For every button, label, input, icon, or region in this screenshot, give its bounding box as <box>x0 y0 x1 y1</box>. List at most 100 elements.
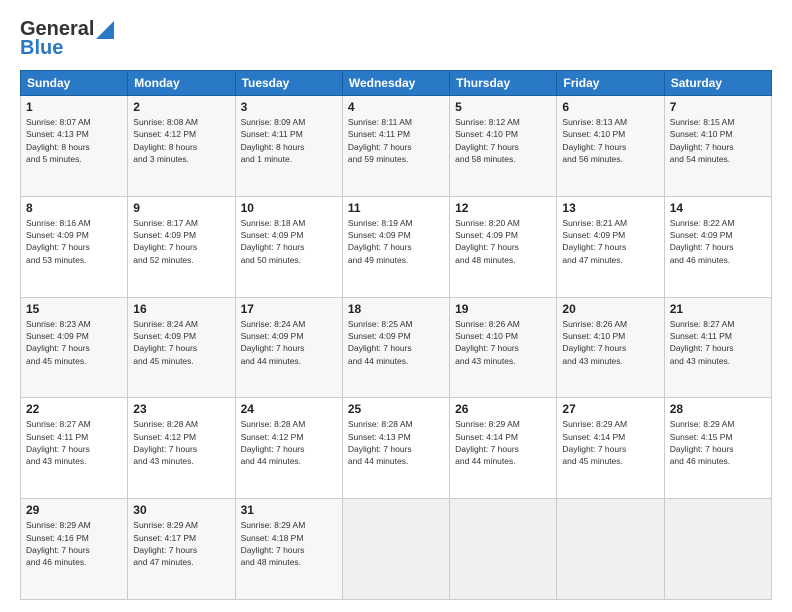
day-cell: 26 Sunrise: 8:29 AMSunset: 4:14 PMDayligh… <box>450 398 557 499</box>
day-cell: 13 Sunrise: 8:21 AMSunset: 4:09 PMDayligh… <box>557 196 664 297</box>
logo-blue: Blue <box>20 37 63 60</box>
day-cell: 29Sunrise: 8:29 AMSunset: 4:16 PMDayligh… <box>21 499 128 600</box>
day-cell: 4 Sunrise: 8:11 AMSunset: 4:11 PMDaylight… <box>342 96 449 197</box>
day-cell: 3 Sunrise: 8:09 AMSunset: 4:11 PMDaylight… <box>235 96 342 197</box>
week-row-4: 29Sunrise: 8:29 AMSunset: 4:16 PMDayligh… <box>21 499 772 600</box>
day-info: Sunrise: 8:09 AMSunset: 4:11 PMDaylight:… <box>241 116 337 165</box>
day-info: Sunrise: 8:29 AMSunset: 4:16 PMDaylight:… <box>26 519 122 568</box>
day-info: Sunrise: 8:24 AMSunset: 4:09 PMDaylight:… <box>241 318 337 367</box>
day-info: Sunrise: 8:29 AMSunset: 4:17 PMDaylight:… <box>133 519 229 568</box>
col-header-thursday: Thursday <box>450 71 557 96</box>
day-cell: 11Sunrise: 8:19 AMSunset: 4:09 PMDayligh… <box>342 196 449 297</box>
day-info: Sunrise: 8:12 AMSunset: 4:10 PMDaylight:… <box>455 116 551 165</box>
day-info: Sunrise: 8:29 AMSunset: 4:14 PMDaylight:… <box>455 418 551 467</box>
day-number: 7 <box>670 100 766 114</box>
day-number: 17 <box>241 302 337 316</box>
day-number: 12 <box>455 201 551 215</box>
day-info: Sunrise: 8:07 AMSunset: 4:13 PMDaylight:… <box>26 116 122 165</box>
day-info: Sunrise: 8:26 AMSunset: 4:10 PMDaylight:… <box>455 318 551 367</box>
day-number: 9 <box>133 201 229 215</box>
day-cell: 19 Sunrise: 8:26 AMSunset: 4:10 PMDayligh… <box>450 297 557 398</box>
col-header-monday: Monday <box>128 71 235 96</box>
day-number: 30 <box>133 503 229 517</box>
day-number: 24 <box>241 402 337 416</box>
day-number: 20 <box>562 302 658 316</box>
day-number: 26 <box>455 402 551 416</box>
day-cell: 2 Sunrise: 8:08 AMSunset: 4:12 PMDaylight… <box>128 96 235 197</box>
day-info: Sunrise: 8:20 AMSunset: 4:09 PMDaylight:… <box>455 217 551 266</box>
day-cell: 10Sunrise: 8:18 AMSunset: 4:09 PMDayligh… <box>235 196 342 297</box>
day-number: 2 <box>133 100 229 114</box>
day-cell: 18Sunrise: 8:25 AMSunset: 4:09 PMDayligh… <box>342 297 449 398</box>
day-cell: 31Sunrise: 8:29 AMSunset: 4:18 PMDayligh… <box>235 499 342 600</box>
day-cell: 8Sunrise: 8:16 AMSunset: 4:09 PMDaylight… <box>21 196 128 297</box>
day-cell <box>664 499 771 600</box>
day-number: 4 <box>348 100 444 114</box>
header-row: SundayMondayTuesdayWednesdayThursdayFrid… <box>21 71 772 96</box>
day-info: Sunrise: 8:15 AMSunset: 4:10 PMDaylight:… <box>670 116 766 165</box>
week-row-1: 8Sunrise: 8:16 AMSunset: 4:09 PMDaylight… <box>21 196 772 297</box>
day-info: Sunrise: 8:27 AMSunset: 4:11 PMDaylight:… <box>26 418 122 467</box>
day-number: 8 <box>26 201 122 215</box>
day-number: 22 <box>26 402 122 416</box>
day-number: 3 <box>241 100 337 114</box>
day-cell: 27 Sunrise: 8:29 AMSunset: 4:14 PMDayligh… <box>557 398 664 499</box>
day-info: Sunrise: 8:22 AMSunset: 4:09 PMDaylight:… <box>670 217 766 266</box>
day-cell: 24 Sunrise: 8:28 AMSunset: 4:12 PMDayligh… <box>235 398 342 499</box>
day-cell: 9 Sunrise: 8:17 AMSunset: 4:09 PMDaylight… <box>128 196 235 297</box>
day-number: 16 <box>133 302 229 316</box>
day-info: Sunrise: 8:28 AMSunset: 4:12 PMDaylight:… <box>241 418 337 467</box>
day-cell: 15 Sunrise: 8:23 AMSunset: 4:09 PMDayligh… <box>21 297 128 398</box>
day-number: 15 <box>26 302 122 316</box>
col-header-sunday: Sunday <box>21 71 128 96</box>
logo: General Blue <box>20 18 114 60</box>
day-cell <box>342 499 449 600</box>
calendar-table: SundayMondayTuesdayWednesdayThursdayFrid… <box>20 70 772 600</box>
col-header-wednesday: Wednesday <box>342 71 449 96</box>
day-cell: 6 Sunrise: 8:13 AMSunset: 4:10 PMDaylight… <box>557 96 664 197</box>
day-number: 11 <box>348 201 444 215</box>
day-cell <box>450 499 557 600</box>
day-info: Sunrise: 8:08 AMSunset: 4:12 PMDaylight:… <box>133 116 229 165</box>
day-number: 19 <box>455 302 551 316</box>
week-row-0: 1 Sunrise: 8:07 AMSunset: 4:13 PMDaylight… <box>21 96 772 197</box>
day-info: Sunrise: 8:29 AMSunset: 4:18 PMDaylight:… <box>241 519 337 568</box>
day-info: Sunrise: 8:29 AMSunset: 4:15 PMDaylight:… <box>670 418 766 467</box>
day-cell: 7 Sunrise: 8:15 AMSunset: 4:10 PMDaylight… <box>664 96 771 197</box>
day-cell: 20 Sunrise: 8:26 AMSunset: 4:10 PMDayligh… <box>557 297 664 398</box>
day-number: 6 <box>562 100 658 114</box>
header: General Blue <box>20 18 772 60</box>
day-number: 25 <box>348 402 444 416</box>
day-info: Sunrise: 8:29 AMSunset: 4:14 PMDaylight:… <box>562 418 658 467</box>
day-cell: 23 Sunrise: 8:28 AMSunset: 4:12 PMDayligh… <box>128 398 235 499</box>
day-cell: 25 Sunrise: 8:28 AMSunset: 4:13 PMDayligh… <box>342 398 449 499</box>
day-number: 1 <box>26 100 122 114</box>
day-info: Sunrise: 8:13 AMSunset: 4:10 PMDaylight:… <box>562 116 658 165</box>
day-number: 28 <box>670 402 766 416</box>
day-cell <box>557 499 664 600</box>
day-number: 13 <box>562 201 658 215</box>
day-number: 21 <box>670 302 766 316</box>
day-info: Sunrise: 8:28 AMSunset: 4:12 PMDaylight:… <box>133 418 229 467</box>
col-header-saturday: Saturday <box>664 71 771 96</box>
day-number: 23 <box>133 402 229 416</box>
day-cell: 22 Sunrise: 8:27 AMSunset: 4:11 PMDayligh… <box>21 398 128 499</box>
day-info: Sunrise: 8:27 AMSunset: 4:11 PMDaylight:… <box>670 318 766 367</box>
day-number: 10 <box>241 201 337 215</box>
day-info: Sunrise: 8:21 AMSunset: 4:09 PMDaylight:… <box>562 217 658 266</box>
day-info: Sunrise: 8:28 AMSunset: 4:13 PMDaylight:… <box>348 418 444 467</box>
day-info: Sunrise: 8:23 AMSunset: 4:09 PMDaylight:… <box>26 318 122 367</box>
day-info: Sunrise: 8:11 AMSunset: 4:11 PMDaylight:… <box>348 116 444 165</box>
day-cell: 12 Sunrise: 8:20 AMSunset: 4:09 PMDayligh… <box>450 196 557 297</box>
day-number: 14 <box>670 201 766 215</box>
col-header-tuesday: Tuesday <box>235 71 342 96</box>
day-cell: 21 Sunrise: 8:27 AMSunset: 4:11 PMDayligh… <box>664 297 771 398</box>
day-cell: 1 Sunrise: 8:07 AMSunset: 4:13 PMDaylight… <box>21 96 128 197</box>
logo-triangle-icon <box>96 21 114 39</box>
day-cell: 28 Sunrise: 8:29 AMSunset: 4:15 PMDayligh… <box>664 398 771 499</box>
day-number: 27 <box>562 402 658 416</box>
day-cell: 30 Sunrise: 8:29 AMSunset: 4:17 PMDayligh… <box>128 499 235 600</box>
day-info: Sunrise: 8:17 AMSunset: 4:09 PMDaylight:… <box>133 217 229 266</box>
day-info: Sunrise: 8:26 AMSunset: 4:10 PMDaylight:… <box>562 318 658 367</box>
week-row-3: 22 Sunrise: 8:27 AMSunset: 4:11 PMDayligh… <box>21 398 772 499</box>
